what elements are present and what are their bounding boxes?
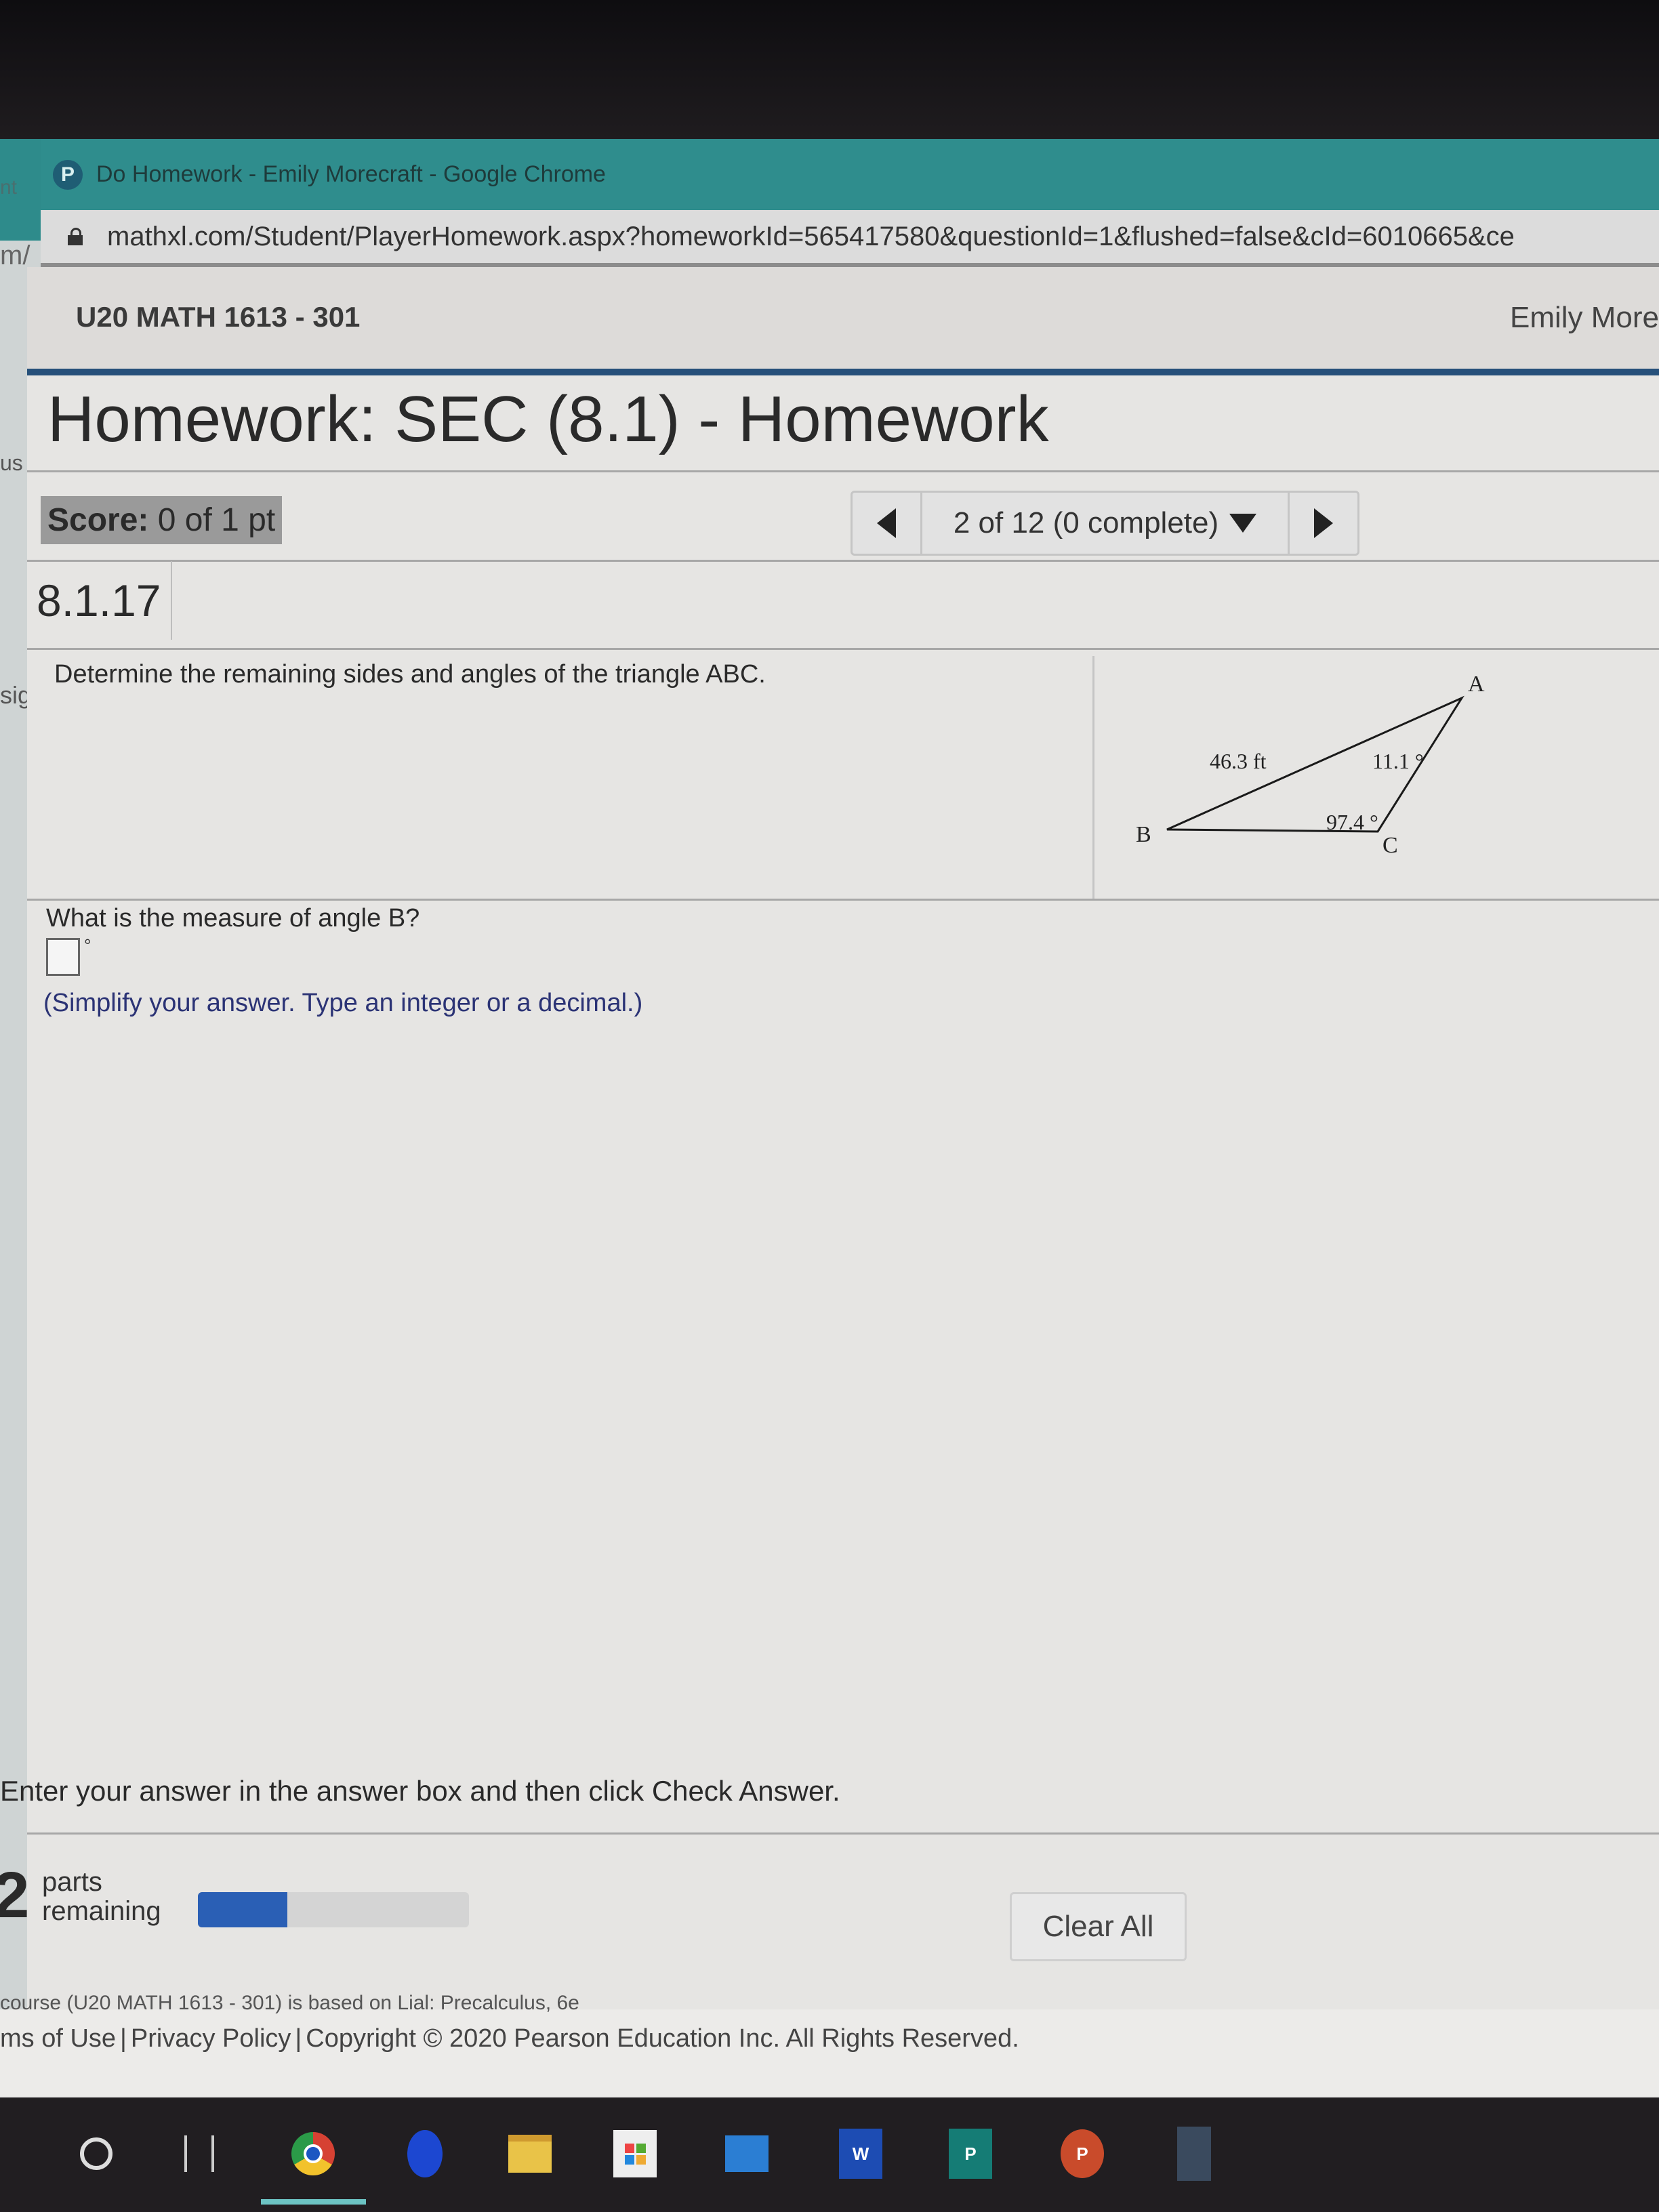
user-name[interactable]: Emily More (1510, 301, 1659, 335)
active-app-indicator (261, 2199, 366, 2205)
triangle-down-icon (1229, 514, 1257, 533)
word-button[interactable]: W (839, 2128, 882, 2179)
vertex-label-b: B (1136, 822, 1151, 847)
score-badge: Score: 0 of 1 pt (41, 496, 283, 544)
next-question-button[interactable] (1290, 493, 1357, 554)
degree-symbol: ° (84, 935, 91, 956)
question-selector-dropdown[interactable]: 2 of 12 (0 complete) (920, 493, 1290, 554)
copyright-text: Copyright © 2020 Pearson Education Inc. … (306, 2024, 1019, 2053)
triangle-right-icon (1314, 508, 1333, 538)
powerpoint-button[interactable]: P (1061, 2128, 1104, 2179)
edge-text-fragment: nt (0, 176, 18, 199)
windows-taskbar: W P P (0, 2097, 1659, 2212)
word-icon: W (839, 2129, 882, 2179)
terms-of-use-link[interactable]: ms of Use (0, 2024, 116, 2053)
window-title: Do Homework - Emily Morecraft - Google C… (96, 161, 606, 187)
page-title: Homework: SEC (8.1) - Homework (47, 383, 1049, 455)
parts-label-line-2: remaining (42, 1896, 161, 1927)
question-position: 2 of 12 (0 complete) (953, 506, 1219, 539)
store-button[interactable] (613, 2128, 657, 2179)
cortana-circle-icon (80, 2137, 112, 2170)
parts-remaining-count: 2 (0, 1859, 30, 1931)
figure-divider (1092, 656, 1094, 900)
vertex-label-a: A (1468, 672, 1485, 697)
page-footer: course (U20 MATH 1613 - 301) is based on… (0, 1992, 1659, 2097)
privacy-policy-link[interactable]: Privacy Policy (131, 2024, 291, 2053)
cortana-search-button[interactable] (75, 2128, 118, 2179)
address-bar[interactable]: mathxl.com/Student/PlayerHomework.aspx?h… (41, 210, 1659, 267)
question-number-box: 8.1.17 (27, 561, 172, 640)
footer-links: ms of Use | Privacy Policy | Copyright © 202… (0, 2024, 1019, 2053)
course-info-text: course (U20 MATH 1613 - 301) is based on… (0, 1992, 579, 2014)
chrome-taskbar-button[interactable] (291, 2128, 335, 2179)
answer-row: ° (46, 935, 91, 976)
vertex-label-c: C (1382, 833, 1398, 858)
angle-b-answer-input[interactable] (46, 938, 80, 976)
url-text[interactable]: mathxl.com/Student/PlayerHomework.aspx?h… (107, 222, 1515, 252)
header-divider (27, 369, 1659, 375)
pearson-p-icon: P (53, 159, 83, 190)
task-view-button[interactable] (178, 2128, 221, 2179)
course-name[interactable]: U20 MATH 1613 - 301 (76, 301, 360, 333)
calculator-button[interactable] (1172, 2127, 1216, 2181)
chrome-icon (291, 2132, 335, 2175)
homework-page: U20 MATH 1613 - 301 Emily More Homework:… (0, 267, 1659, 2015)
publisher-button[interactable]: P (949, 2128, 992, 2179)
angle-c-label: 97.4 ° (1326, 810, 1378, 834)
answer-hint: (Simplify your answer. Type an integer o… (43, 989, 643, 1017)
folder-icon (508, 2135, 552, 2173)
score-value: 0 of 1 pt (157, 502, 276, 538)
parts-progress-bar (198, 1892, 469, 1927)
problem-prompt: Determine the remaining sides and angles… (54, 660, 766, 689)
edge-icon (407, 2130, 443, 2177)
previous-question-button[interactable] (853, 493, 920, 554)
divider (27, 1832, 1659, 1835)
clear-all-button[interactable]: Clear All (1010, 1892, 1187, 1961)
triangle-left-icon (877, 508, 896, 538)
side-ab-label: 46.3 ft (1210, 749, 1267, 773)
question-number: 8.1.17 (37, 575, 161, 626)
divider (27, 899, 1659, 901)
edge-taskbar-button[interactable] (403, 2128, 447, 2179)
mail-envelope-icon (725, 2135, 769, 2172)
question-navigator: 2 of 12 (0 complete) (851, 491, 1359, 556)
monitor-bezel (0, 0, 1659, 139)
file-explorer-button[interactable] (508, 2128, 552, 2179)
course-header: U20 MATH 1613 - 301 Emily More (27, 267, 1659, 369)
divider (27, 648, 1659, 650)
score-label: Score: (47, 502, 149, 538)
divider (27, 470, 1659, 472)
question-text: What is the measure of angle B? (46, 904, 420, 933)
calculator-icon (1177, 2127, 1211, 2181)
publisher-icon: P (949, 2129, 992, 2179)
task-view-icon (184, 2135, 214, 2172)
store-bag-icon (613, 2130, 657, 2177)
divider (27, 560, 1659, 562)
powerpoint-icon: P (1061, 2129, 1104, 2178)
progress-fill (198, 1892, 287, 1927)
browser-title-bar: P Do Homework - Emily Morecraft - Google… (41, 139, 1659, 210)
instruction-text: Enter your answer in the answer box and … (0, 1775, 840, 1807)
triangle-figure: A B C 46.3 ft 11.1 ° 97.4 ° (1136, 672, 1485, 858)
mail-button[interactable] (725, 2128, 769, 2179)
parts-label-line-1: parts (42, 1867, 102, 1897)
edge-text-fragment: m/ (0, 241, 30, 270)
parts-remaining-label: parts remaining (42, 1867, 161, 1927)
lock-icon (68, 228, 83, 245)
angle-a-label: 11.1 ° (1372, 749, 1424, 773)
